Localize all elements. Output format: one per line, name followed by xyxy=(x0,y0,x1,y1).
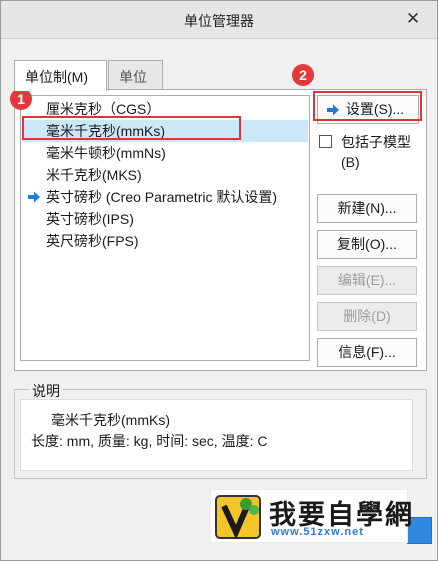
tab-units[interactable]: 单位 xyxy=(108,60,163,89)
list-item[interactable]: 毫米牛顿秒(mmNs) xyxy=(22,142,308,164)
description-legend: 说明 xyxy=(29,381,63,401)
list-item-label: 厘米克秒（CGS） xyxy=(46,101,161,117)
delete-button[interactable]: 删除(D) xyxy=(317,302,417,331)
list-item-label: 英尺磅秒(FPS) xyxy=(46,233,139,249)
new-button[interactable]: 新建(N)... xyxy=(317,194,417,223)
title-bar[interactable]: 单位管理器 ✕ xyxy=(1,1,437,39)
list-item-label: 毫米牛顿秒(mmNs) xyxy=(46,145,166,161)
list-item[interactable]: 英寸磅秒(IPS) xyxy=(22,208,308,230)
list-item[interactable]: 米千克秒(MKS) xyxy=(22,164,308,186)
list-item-label: 英寸磅秒 (Creo Parametric 默认设置) xyxy=(46,189,278,205)
step-badge-2: 2 xyxy=(292,64,314,86)
unit-system-list[interactable]: 厘米克秒（CGS） 毫米千克秒(mmKs) 毫米牛顿秒(mmNs) 米千克秒(M… xyxy=(20,95,310,361)
include-submodels-checkbox[interactable] xyxy=(319,135,332,148)
edit-button[interactable]: 编辑(E)... xyxy=(317,266,417,295)
list-item-current[interactable]: 英寸磅秒 (Creo Parametric 默认设置) xyxy=(22,186,308,208)
list-item-label: 英寸磅秒(IPS) xyxy=(46,211,134,227)
settings-arrow-icon xyxy=(327,104,339,116)
watermark-logo-icon xyxy=(215,495,261,540)
include-submodels-label: 包括子模型(B) xyxy=(341,134,411,170)
watermark: 我要自學網 www.51zxw.net xyxy=(210,489,412,543)
current-unit-arrow-icon xyxy=(28,191,40,203)
description-details: 长度: mm, 质量: kg, 时间: sec, 温度: C xyxy=(31,433,268,449)
list-item-label: 米千克秒(MKS) xyxy=(46,167,142,183)
unit-manager-dialog: 单位管理器 ✕ 单位制(M) 单位 厘米克秒（CGS） 毫米千克秒(mmKs) … xyxy=(0,0,438,561)
dialog-title: 单位管理器 xyxy=(184,13,254,29)
description-unit-name: 毫米千克秒(mmKs) xyxy=(51,412,170,428)
step-badge-1: 1 xyxy=(10,88,32,110)
list-item[interactable]: 厘米克秒（CGS） xyxy=(22,98,308,120)
list-item-label: 毫米千克秒(mmKs) xyxy=(46,123,165,139)
close-icon[interactable]: ✕ xyxy=(402,8,424,30)
list-item[interactable]: 英尺磅秒(FPS) xyxy=(22,230,308,252)
watermark-url: www.51zxw.net xyxy=(271,526,364,538)
settings-button-label: 设置(S)... xyxy=(345,101,405,117)
tab-unit-systems[interactable]: 单位制(M) xyxy=(14,60,107,91)
info-button[interactable]: 信息(F)... xyxy=(317,338,417,367)
settings-button[interactable]: 设置(S)... xyxy=(317,95,419,124)
copy-button[interactable]: 复制(O)... xyxy=(317,230,417,259)
list-item-selected[interactable]: 毫米千克秒(mmKs) xyxy=(22,120,308,142)
